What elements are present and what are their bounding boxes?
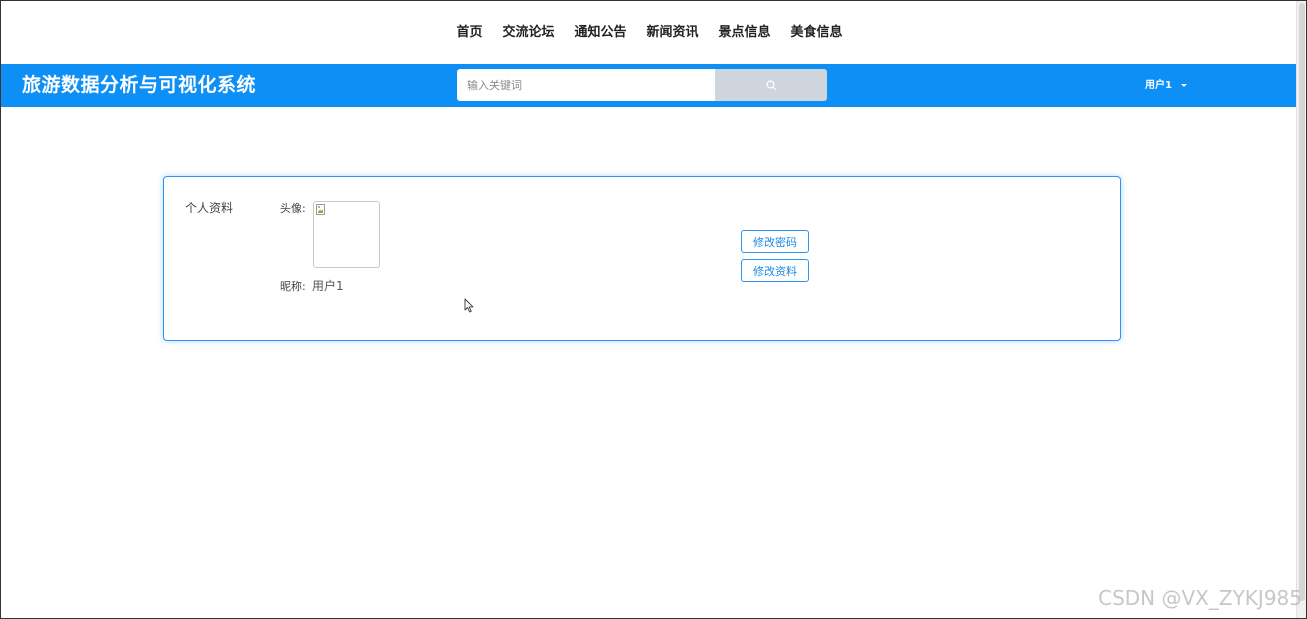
nav-item-home[interactable]: 首页 (456, 1, 482, 64)
chevron-down-icon (1180, 84, 1187, 87)
user-menu[interactable]: 用户1 (1145, 64, 1187, 107)
scrollbar[interactable] (1296, 1, 1306, 618)
nav-item-news[interactable]: 新闻资讯 (647, 1, 699, 64)
profile-card: 个人资料 头像: 昵称: 用户1 修改密码 修改资料 (163, 176, 1121, 341)
scrollbar-thumb[interactable] (1299, 3, 1305, 601)
search-input[interactable] (457, 69, 715, 101)
nav-item-announcements[interactable]: 通知公告 (574, 1, 626, 64)
watermark: CSDN @VX_ZYKJ985 (1098, 586, 1302, 610)
profile-title: 个人资料 (185, 201, 234, 215)
mouse-pointer-icon (464, 298, 474, 313)
nickname-value: 用户1 (312, 279, 344, 293)
edit-profile-button[interactable]: 修改资料 (741, 259, 809, 282)
page: 首页 交流论坛 通知公告 新闻资讯 景点信息 美食信息 旅游数据分析与可视化系统… (0, 0, 1307, 619)
change-password-button[interactable]: 修改密码 (741, 230, 809, 253)
user-name: 用户1 (1145, 80, 1172, 91)
top-navigation: 首页 交流论坛 通知公告 新闻资讯 景点信息 美食信息 (1, 1, 1298, 64)
nav-item-food[interactable]: 美食信息 (791, 1, 843, 64)
site-title: 旅游数据分析与可视化系统 (22, 74, 257, 96)
nickname-label: 昵称: (280, 280, 306, 293)
nav-item-attractions[interactable]: 景点信息 (719, 1, 771, 64)
avatar (313, 201, 380, 268)
avatar-label: 头像: (280, 202, 306, 215)
search-icon (765, 79, 776, 90)
header-bar: 旅游数据分析与可视化系统 用户1 (1, 64, 1298, 107)
search-box (457, 69, 827, 101)
broken-image-icon (316, 204, 325, 215)
nav-item-forum[interactable]: 交流论坛 (502, 1, 554, 64)
search-button[interactable] (715, 69, 827, 101)
